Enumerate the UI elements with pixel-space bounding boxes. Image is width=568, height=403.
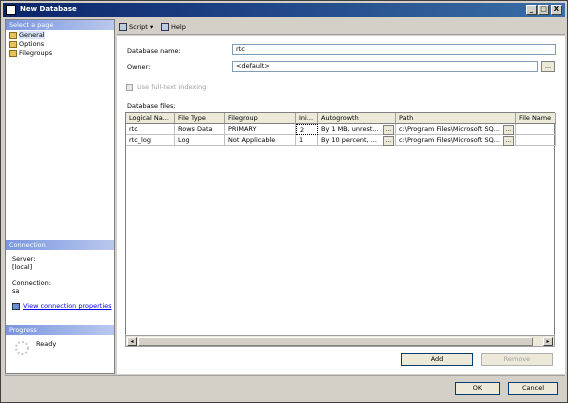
server-value: [local] (12, 263, 33, 271)
view-connection-properties[interactable]: View connection properties (12, 302, 112, 310)
window-title: New Database (20, 5, 77, 13)
cell-path[interactable]: c:\Program Files\Microsoft SQ... (396, 124, 516, 135)
horizontal-scrollbar[interactable]: ◂ ▸ (125, 335, 555, 347)
owner-input[interactable]: <default> (232, 61, 538, 72)
scrollbar-thumb[interactable] (138, 337, 533, 346)
script-icon (119, 23, 127, 31)
maximize-button[interactable]: □ (538, 5, 549, 15)
page-item-filegroups[interactable]: Filegroups (9, 49, 52, 58)
column-header-path[interactable]: Path (396, 113, 516, 124)
column-header-file-type[interactable]: File Type (175, 113, 225, 124)
database-icon (6, 5, 16, 15)
script-button[interactable]: Script ▾ (119, 23, 153, 32)
column-header-autogrowth[interactable]: Autogrowth (318, 113, 396, 124)
cell-file-name[interactable] (516, 135, 556, 146)
path-browse-button[interactable]: ... (503, 125, 514, 135)
fulltext-checkbox[interactable] (126, 84, 133, 91)
cell-logical-name[interactable]: rtc_log (126, 135, 175, 146)
autogrowth-browse-button[interactable]: ... (383, 136, 394, 146)
cell-filegroup[interactable]: Not Applicable (225, 135, 296, 146)
page-item-options[interactable]: Options (9, 40, 44, 49)
cell-initial-size[interactable]: 1 (296, 135, 318, 146)
database-files-grid: Logical Na... File Type Filegroup Ini...… (125, 112, 556, 347)
toolbar: Script ▾ Help (117, 19, 565, 35)
connection-label: Connection: (12, 279, 51, 287)
dialog-button-bar: OK Cancel (5, 375, 565, 402)
column-header-file-name[interactable]: File Name (516, 113, 556, 124)
progress-header: Progress (6, 325, 114, 335)
column-header-initial-size[interactable]: Ini... (296, 113, 318, 124)
database-files-label: Database files: (127, 102, 176, 110)
cell-initial-size[interactable]: 2 (296, 124, 318, 135)
title-bar: New Database _ □ X (3, 3, 565, 17)
add-button[interactable]: Add (401, 353, 473, 366)
database-name-input[interactable]: rtc (232, 44, 556, 55)
page-icon (9, 40, 17, 48)
server-label: Server: (12, 255, 36, 263)
progress-status: Ready (36, 340, 57, 348)
cell-path[interactable]: c:\Program Files\Microsoft SQ... (396, 135, 516, 146)
left-pane: Select a page General Options Filegroups… (5, 19, 115, 374)
cell-logical-name[interactable]: rtc (126, 124, 175, 135)
select-page-header: Select a page (6, 20, 114, 30)
properties-icon (12, 302, 20, 310)
new-database-window: New Database _ □ X Select a page General… (0, 0, 568, 403)
help-button[interactable]: Help (161, 23, 186, 32)
owner-label: Owner: (127, 63, 151, 71)
remove-button[interactable]: Remove (481, 353, 553, 366)
close-button[interactable]: X (551, 5, 562, 15)
cancel-button[interactable]: Cancel (508, 382, 558, 395)
chevron-down-icon: ▾ (149, 23, 154, 31)
connection-value: sa (12, 287, 20, 295)
help-icon (161, 23, 169, 31)
cell-file-name[interactable] (516, 124, 556, 135)
column-header-logical-name[interactable]: Logical Na... (126, 113, 175, 124)
page-item-general[interactable]: General (9, 31, 45, 40)
page-icon (9, 49, 17, 57)
path-browse-button[interactable]: ... (503, 136, 514, 146)
scroll-right-icon[interactable]: ▸ (543, 337, 553, 346)
page-icon (9, 31, 17, 39)
minimize-button[interactable]: _ (526, 5, 537, 15)
connection-header: Connection (6, 240, 114, 250)
scroll-left-icon[interactable]: ◂ (127, 337, 137, 346)
cell-filegroup[interactable]: PRIMARY (225, 124, 296, 135)
cell-file-type[interactable]: Log (175, 135, 225, 146)
cell-file-type[interactable]: Rows Data (175, 124, 225, 135)
owner-browse-button[interactable]: ... (541, 61, 555, 72)
fulltext-label: Use full-text indexing (137, 83, 207, 91)
database-name-label: Database name: (127, 47, 181, 55)
ok-button[interactable]: OK (455, 382, 500, 395)
column-header-filegroup[interactable]: Filegroup (225, 113, 296, 124)
progress-spinner-icon (14, 340, 30, 358)
autogrowth-browse-button[interactable]: ... (383, 125, 394, 135)
